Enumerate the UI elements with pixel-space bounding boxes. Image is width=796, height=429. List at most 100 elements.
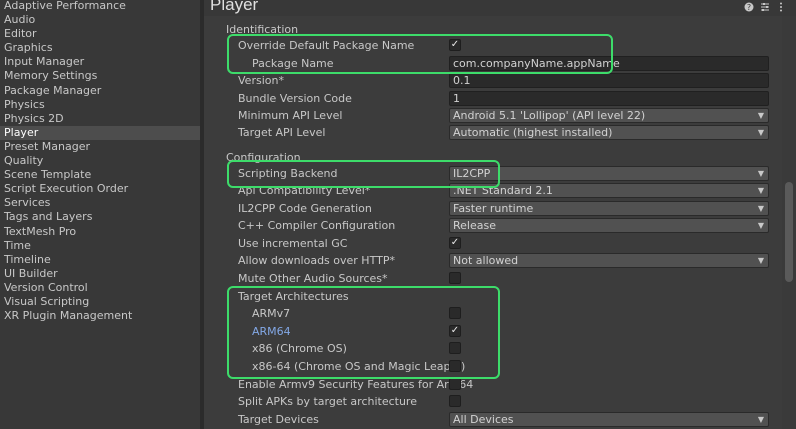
- row-il2cpp-code-generation: IL2CPP Code Generation Faster runtime ▼: [204, 201, 784, 217]
- svg-text:?: ?: [747, 3, 751, 12]
- api-compatibility-level-dropdown[interactable]: .NET Standard 2.1 ▼: [449, 183, 769, 198]
- chevron-down-icon: ▼: [757, 204, 764, 213]
- arch-x86-64-label: x86-64 (Chrome OS and Magic Leap 2): [252, 360, 466, 373]
- sidebar-item-audio[interactable]: Audio: [0, 13, 200, 27]
- minimum-api-level-label: Minimum API Level: [238, 109, 343, 122]
- cpp-compiler-configuration-dropdown[interactable]: Release ▼: [449, 218, 769, 233]
- sidebar-item-services[interactable]: Services: [0, 196, 200, 210]
- section-title-configuration: Configuration: [226, 151, 301, 164]
- bundle-version-code-label: Bundle Version Code: [238, 92, 352, 105]
- row-target-devices: Target Devices All Devices ▼: [204, 412, 784, 428]
- sidebar-item-ui-builder[interactable]: UI Builder: [0, 267, 200, 281]
- row-override-package-name: Override Default Package Name ✓: [204, 38, 784, 54]
- chevron-down-icon: ▼: [757, 111, 764, 120]
- preset-icon[interactable]: [760, 2, 770, 13]
- il2cpp-code-generation-value: Faster runtime: [453, 202, 534, 215]
- row-mute-other-audio: Mute Other Audio Sources*: [204, 271, 784, 287]
- sidebar-item-xr-plugin-management[interactable]: XR Plugin Management: [0, 309, 200, 323]
- settings-content: Identification Override Default Package …: [204, 16, 782, 429]
- mute-other-audio-checkbox[interactable]: [449, 272, 461, 284]
- scripting-backend-dropdown[interactable]: IL2CPP ▼: [449, 166, 769, 181]
- scripting-backend-value: IL2CPP: [453, 167, 491, 180]
- mute-other-audio-label: Mute Other Audio Sources*: [238, 272, 388, 285]
- sidebar-item-memory-settings[interactable]: Memory Settings: [0, 69, 200, 83]
- override-package-name-checkbox[interactable]: ✓: [449, 39, 461, 51]
- allow-downloads-http-label: Allow downloads over HTTP*: [238, 254, 395, 267]
- scrollbar-thumb[interactable]: [785, 182, 793, 282]
- menu-icon[interactable]: [776, 2, 786, 13]
- armv9-security-checkbox[interactable]: [449, 378, 461, 390]
- row-split-apks: Split APKs by target architecture: [204, 394, 784, 410]
- il2cpp-code-generation-dropdown[interactable]: Faster runtime ▼: [449, 201, 769, 216]
- vertical-scrollbar[interactable]: [782, 16, 796, 429]
- sidebar-item-script-execution-order[interactable]: Script Execution Order: [0, 182, 200, 196]
- sidebar-item-timeline[interactable]: Timeline: [0, 253, 200, 267]
- target-architectures-label: Target Architectures: [238, 290, 349, 303]
- row-armv9-security: Enable Armv9 Security Features for Arm64: [204, 377, 784, 393]
- package-name-field[interactable]: com.companyName.appName: [449, 56, 769, 71]
- split-apks-label: Split APKs by target architecture: [238, 395, 417, 408]
- package-name-label: Package Name: [252, 57, 334, 70]
- sidebar-item-textmesh-pro[interactable]: TextMesh Pro: [0, 225, 200, 239]
- sidebar-item-visual-scripting[interactable]: Visual Scripting: [0, 295, 200, 309]
- sidebar-item-adaptive-performance[interactable]: Adaptive Performance: [0, 0, 200, 13]
- minimum-api-level-value: Android 5.1 'Lollipop' (API level 22): [453, 109, 646, 122]
- sidebar-item-preset-manager[interactable]: Preset Manager: [0, 140, 200, 154]
- sidebar-item-player[interactable]: Player: [0, 125, 200, 140]
- il2cpp-code-generation-label: IL2CPP Code Generation: [238, 202, 372, 215]
- bundle-version-code-field[interactable]: 1: [449, 91, 769, 106]
- row-arch-arm64: ARM64 ✓: [204, 324, 784, 340]
- sidebar-item-time[interactable]: Time: [0, 239, 200, 253]
- settings-category-list: Adaptive Performance Audio Editor Graphi…: [0, 0, 200, 323]
- override-package-name-label: Override Default Package Name: [238, 39, 415, 52]
- version-label: Version*: [238, 74, 284, 87]
- row-bundle-version-code: Bundle Version Code 1: [204, 91, 784, 107]
- sidebar-item-package-manager[interactable]: Package Manager: [0, 84, 200, 98]
- allow-downloads-http-value: Not allowed: [453, 254, 519, 267]
- use-incremental-gc-checkbox[interactable]: ✓: [449, 237, 461, 249]
- armv9-security-label: Enable Armv9 Security Features for Arm64: [238, 378, 474, 391]
- arch-x86-checkbox[interactable]: [449, 342, 461, 354]
- target-devices-value: All Devices: [453, 413, 514, 426]
- row-api-compatibility-level: Api Compatibility Level* .NET Standard 2…: [204, 183, 784, 199]
- chevron-down-icon: ▼: [757, 256, 764, 265]
- row-allow-downloads-http: Allow downloads over HTTP* Not allowed ▼: [204, 253, 784, 269]
- sidebar-item-tags-and-layers[interactable]: Tags and Layers: [0, 210, 200, 224]
- row-arch-armv7: ARMv7: [204, 306, 784, 322]
- chevron-down-icon: ▼: [757, 128, 764, 137]
- sidebar-item-physics[interactable]: Physics: [0, 98, 200, 112]
- version-field[interactable]: 0.1: [449, 73, 769, 88]
- target-devices-dropdown[interactable]: All Devices ▼: [449, 412, 769, 427]
- split-apks-checkbox[interactable]: [449, 395, 461, 407]
- player-settings-panel: Player ? Identification Override Default…: [204, 0, 796, 429]
- chevron-down-icon: ▼: [757, 415, 764, 424]
- row-version: Version* 0.1: [204, 73, 784, 89]
- page-title: Player: [210, 0, 259, 14]
- row-target-api-level: Target API Level Automatic (highest inst…: [204, 125, 784, 141]
- sidebar-item-version-control[interactable]: Version Control: [0, 281, 200, 295]
- help-icon[interactable]: ?: [744, 2, 754, 13]
- cpp-compiler-configuration-value: Release: [453, 219, 496, 232]
- row-minimum-api-level: Minimum API Level Android 5.1 'Lollipop'…: [204, 108, 784, 124]
- sidebar-item-physics-2d[interactable]: Physics 2D: [0, 112, 200, 126]
- row-arch-x86-64: x86-64 (Chrome OS and Magic Leap 2): [204, 359, 784, 375]
- target-api-level-value: Automatic (highest installed): [453, 126, 613, 139]
- arch-x86-64-checkbox[interactable]: [449, 360, 461, 372]
- row-target-architectures: Target Architectures: [204, 289, 784, 305]
- sidebar-item-editor[interactable]: Editor: [0, 27, 200, 41]
- allow-downloads-http-dropdown[interactable]: Not allowed ▼: [449, 253, 769, 268]
- sidebar-item-input-manager[interactable]: Input Manager: [0, 55, 200, 69]
- row-arch-x86: x86 (Chrome OS): [204, 341, 784, 357]
- sidebar-item-scene-template[interactable]: Scene Template: [0, 168, 200, 182]
- chevron-down-icon: ▼: [757, 169, 764, 178]
- arch-arm64-label: ARM64: [252, 325, 291, 338]
- settings-sidebar: Adaptive Performance Audio Editor Graphi…: [0, 0, 201, 429]
- arch-armv7-checkbox[interactable]: [449, 307, 461, 319]
- target-api-level-dropdown[interactable]: Automatic (highest installed) ▼: [449, 125, 769, 140]
- chevron-down-icon: ▼: [757, 221, 764, 230]
- minimum-api-level-dropdown[interactable]: Android 5.1 'Lollipop' (API level 22) ▼: [449, 108, 769, 123]
- cpp-compiler-configuration-label: C++ Compiler Configuration: [238, 219, 396, 232]
- arch-arm64-checkbox[interactable]: ✓: [449, 325, 461, 337]
- sidebar-item-graphics[interactable]: Graphics: [0, 41, 200, 55]
- sidebar-item-quality[interactable]: Quality: [0, 154, 200, 168]
